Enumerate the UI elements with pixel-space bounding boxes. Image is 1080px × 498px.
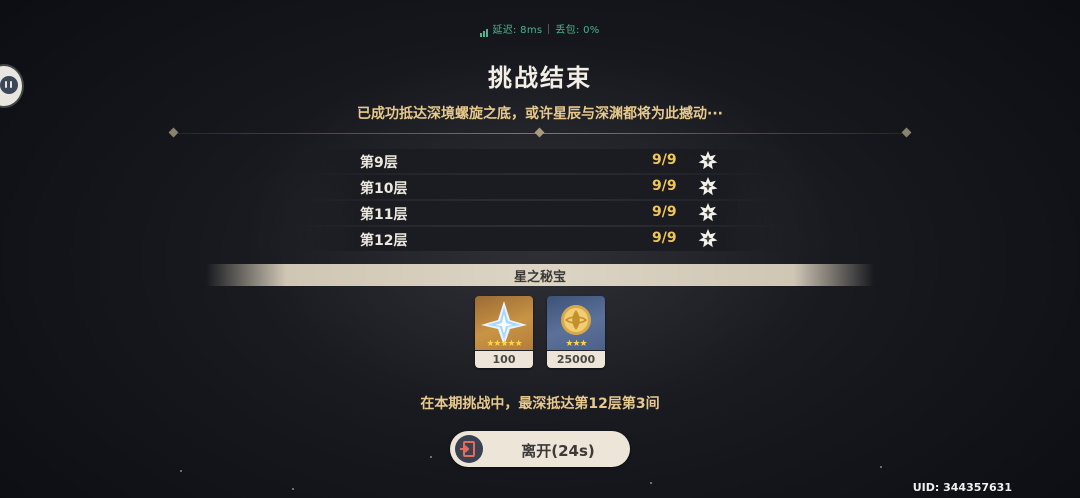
floor-name: 第11层 [360, 207, 408, 223]
floor-score: 9/9 [652, 230, 677, 246]
bg-sparkle [880, 466, 882, 468]
rewards-header: 星之秘宝 [206, 264, 874, 286]
bg-sparkle [292, 488, 294, 490]
abyss-star-icon [698, 203, 718, 222]
exit-icon [455, 435, 483, 463]
latency-text: 延迟: 8ms [492, 25, 543, 36]
page-subtitle: 已成功抵达深境螺旋之底，或许星辰与深渊都将为此撼动··· [357, 106, 723, 122]
rewards-section-label: 星之秘宝 [513, 270, 566, 285]
floor-score: 9/9 [652, 152, 677, 168]
reward-item-primogem[interactable]: ★★★★★ 100 [475, 296, 533, 368]
abyss-star-icon [698, 229, 718, 248]
floor-row: 第9层 9/9 [290, 149, 790, 173]
floor-name: 第12层 [360, 233, 408, 249]
signal-icon [480, 26, 489, 37]
leave-button[interactable]: 离开(24s) [450, 431, 630, 467]
leave-button-label: 离开(24s) [521, 442, 595, 460]
floor-row: 第11层 9/9 [290, 201, 790, 225]
deepest-progress-text: 在本期挑战中，最深抵达第12层第3间 [420, 396, 660, 412]
ornament-divider [168, 127, 912, 138]
reward-item-mora[interactable]: ★★★ 25000 [547, 296, 605, 368]
player-uid: UID: 344357631 [912, 481, 1012, 494]
floor-score: 9/9 [652, 178, 677, 194]
status-divider [548, 24, 550, 34]
abyss-star-icon [698, 177, 718, 196]
floor-name: 第9层 [360, 155, 398, 171]
abyss-result-screen: 延迟: 8ms 丢包: 0% 挑战结束 已成功抵达深境螺旋之底，或许星辰与深渊都将… [0, 0, 1080, 498]
item-count: 25000 [547, 351, 605, 368]
rarity-stars: ★★★ [565, 339, 587, 349]
bg-sparkle [430, 456, 432, 458]
rarity-stars: ★★★★★ [486, 339, 522, 349]
item-count: 100 [475, 351, 533, 368]
floor-name: 第10层 [360, 181, 408, 197]
floor-row: 第10层 9/9 [290, 175, 790, 199]
network-status: 延迟: 8ms 丢包: 0% [0, 21, 1080, 37]
bg-sparkle [650, 482, 652, 484]
floor-score: 9/9 [652, 204, 677, 220]
bg-sparkle [180, 470, 182, 472]
abyss-star-icon [698, 151, 718, 170]
floor-row: 第12层 9/9 [290, 227, 790, 251]
packet-loss-text: 丢包: 0% [555, 25, 600, 36]
page-title: 挑战结束 [488, 64, 592, 92]
